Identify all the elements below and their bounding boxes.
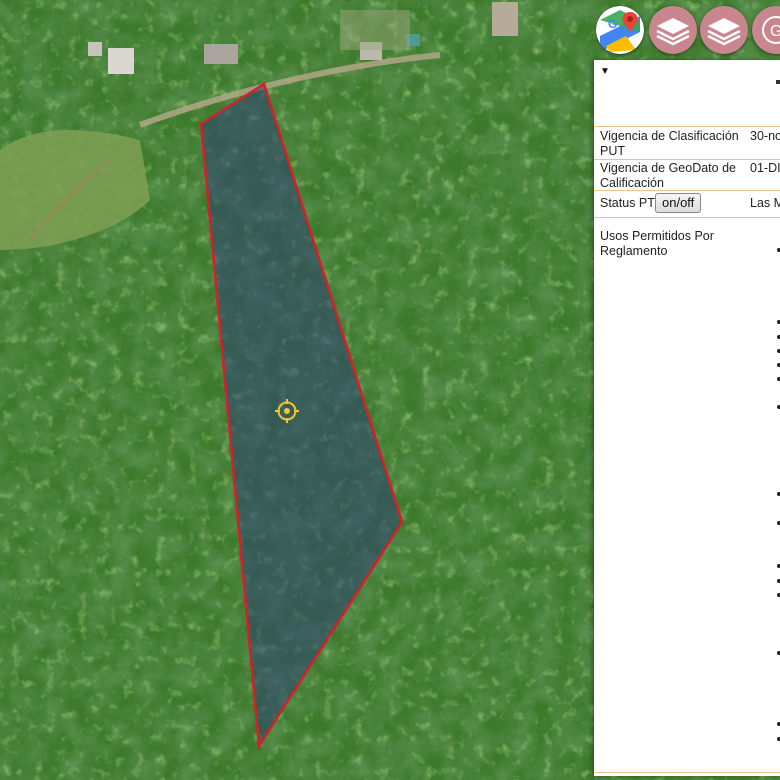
row-divider <box>594 772 780 773</box>
row-value-vigencia-geodato: 01-DI <box>750 161 780 175</box>
on-off-toggle-button[interactable]: on/off <box>655 193 702 213</box>
layers-button[interactable] <box>649 6 697 54</box>
row-divider <box>594 159 780 160</box>
marker-dot <box>776 80 780 84</box>
usos-permitidos-label: Usos Permitidos Por Reglamento <box>600 229 714 258</box>
collapse-caret-icon[interactable]: ▼ <box>600 66 610 77</box>
parcel-info-panel: ▼ Vigencia de Clasificación PUT 30-no Vi… <box>594 60 780 776</box>
google-maps-icon: G <box>596 6 644 54</box>
row-divider <box>594 190 780 191</box>
g-button-label: G <box>770 23 780 40</box>
row-label-vigencia-geodato: Vigencia de GeoDato de Calificación <box>600 161 736 190</box>
row-divider <box>594 126 780 127</box>
layers-alt-button[interactable] <box>700 6 748 54</box>
row-value-vigencia-clasificacion: 30-no <box>750 129 780 143</box>
layers-icon <box>700 6 748 54</box>
google-maps-button[interactable]: G <box>596 6 644 54</box>
building <box>204 44 238 64</box>
row-label-vigencia-clasificacion: Vigencia de Clasificación PUT <box>600 129 739 158</box>
layers-icon <box>649 6 697 54</box>
svg-text:G: G <box>608 17 617 31</box>
building <box>88 42 102 56</box>
row-divider <box>594 217 780 218</box>
building <box>108 48 134 74</box>
row-value-status-pt: Las M <box>750 196 780 210</box>
building <box>492 2 518 36</box>
clearing <box>340 10 410 50</box>
